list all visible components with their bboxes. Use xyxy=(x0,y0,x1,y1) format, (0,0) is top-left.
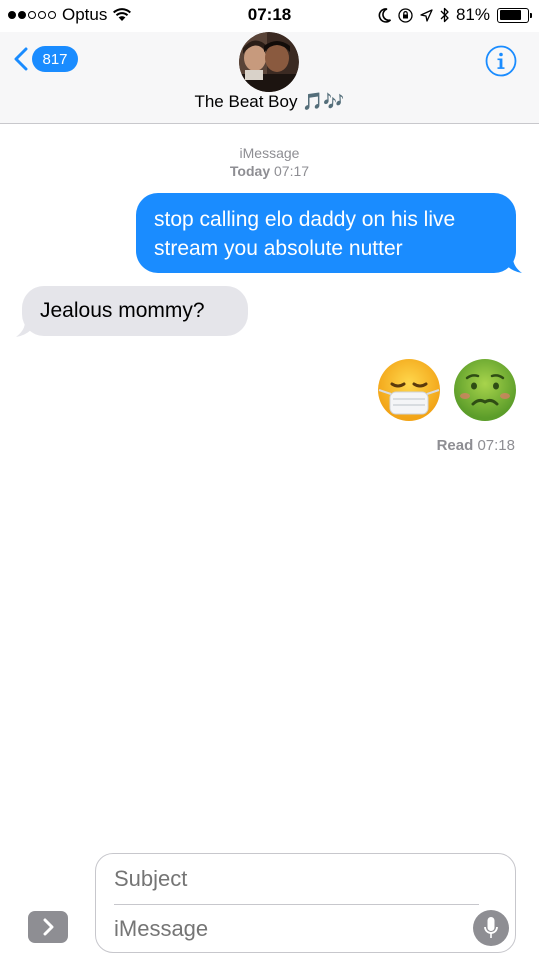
contact-name[interactable]: The Beat Boy 🎵🎶 xyxy=(0,92,539,112)
wifi-icon xyxy=(113,8,132,21)
outgoing-message-bubble[interactable]: stop calling elo daddy on his live strea… xyxy=(136,193,516,273)
composer-divider xyxy=(114,904,479,905)
location-arrow-icon xyxy=(420,8,433,22)
read-label: Read xyxy=(436,437,474,454)
do-not-disturb-moon-icon xyxy=(378,7,391,23)
incoming-message-bubble[interactable]: Jealous mommy? xyxy=(22,286,248,336)
expand-apps-button[interactable] xyxy=(28,911,68,943)
back-button[interactable]: 817 xyxy=(14,46,78,72)
info-icon[interactable] xyxy=(485,45,517,77)
status-left: Optus xyxy=(8,5,132,25)
message-composer xyxy=(95,853,516,953)
read-time: 07:18 xyxy=(477,437,515,454)
unread-count-badge: 817 xyxy=(32,46,78,72)
nauseated-face-icon xyxy=(454,359,516,421)
chevron-right-icon xyxy=(43,918,54,936)
orientation-lock-icon xyxy=(398,7,413,23)
avatar-photo xyxy=(239,32,299,92)
conversation-header: 817 The Beat Boy 🎵🎶 xyxy=(0,32,539,124)
face-with-medical-mask-icon xyxy=(378,359,440,421)
date-time: 07:17 xyxy=(274,163,310,179)
read-receipt: Read 07:18 xyxy=(437,437,515,454)
bluetooth-icon xyxy=(440,7,449,23)
battery-percentage: 81% xyxy=(455,5,490,24)
status-bar: Optus 07:18 81% xyxy=(0,0,539,32)
service-label: iMessage xyxy=(239,145,300,161)
carrier-name: Optus xyxy=(62,5,108,24)
dictation-button[interactable] xyxy=(473,910,509,946)
status-right: 81% xyxy=(378,5,532,25)
subject-input[interactable] xyxy=(114,864,480,894)
battery-level-fill xyxy=(499,10,522,20)
battery-icon xyxy=(497,7,532,23)
emoji-message[interactable] xyxy=(377,358,517,422)
microphone-icon xyxy=(484,917,498,938)
conversation-timestamp: iMessage Today 07:17 xyxy=(0,144,539,180)
contact-avatar[interactable] xyxy=(239,32,299,92)
chevron-left-icon xyxy=(14,47,28,71)
date-label: Today xyxy=(229,163,271,179)
signal-strength-icon xyxy=(8,11,56,19)
date-label-row: Today 07:17 xyxy=(0,162,539,180)
message-input[interactable] xyxy=(114,914,454,944)
